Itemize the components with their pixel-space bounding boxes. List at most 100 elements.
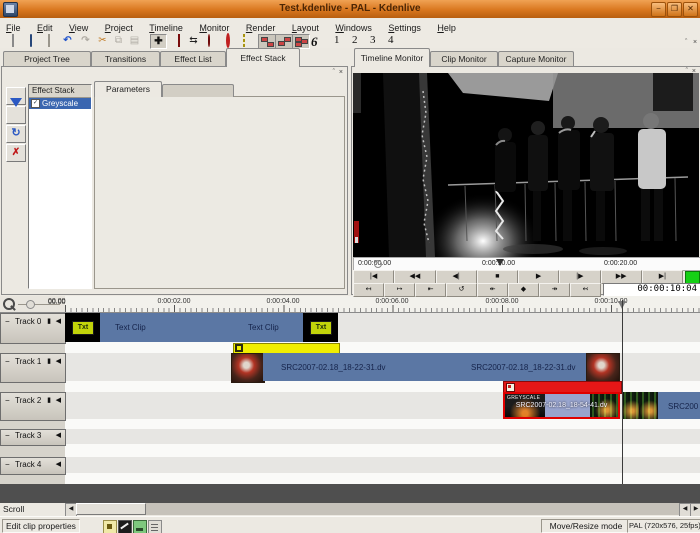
track-header-4[interactable]: − Track 4 ◀ xyxy=(0,457,66,475)
scrollbar-thumb[interactable] xyxy=(76,503,146,515)
text-clip[interactable]: Txt Txt Text Clip Text Clip xyxy=(65,313,338,342)
view-mode-2-icon[interactable] xyxy=(275,34,293,49)
zone-start-button[interactable]: ↤ xyxy=(353,283,384,297)
razor-tool-icon[interactable] xyxy=(171,34,186,47)
effect-down-button[interactable] xyxy=(6,106,26,124)
mute-track-icon[interactable]: ◀ xyxy=(56,431,61,439)
track-header-2[interactable]: − Track 2 ▮ ◀ xyxy=(0,392,66,421)
tab-project-tree[interactable]: Project Tree xyxy=(3,51,91,66)
list-view-icon[interactable] xyxy=(148,520,162,533)
move-tool-icon[interactable]: ✚ xyxy=(150,34,167,49)
zoom-slider-knob[interactable] xyxy=(26,300,35,309)
close-button[interactable]: ✕ xyxy=(683,2,698,17)
maximize-button[interactable]: ❐ xyxy=(667,2,682,17)
mute-track-icon[interactable]: ◀ xyxy=(56,317,61,325)
fast-forward-button[interactable]: ▶▶ xyxy=(601,270,642,284)
tab-timeline-monitor[interactable]: Timeline Monitor xyxy=(354,48,430,67)
next-marker-button[interactable]: ↠ xyxy=(539,283,570,297)
copy-icon[interactable]: ⧉ xyxy=(111,34,126,47)
open-project-icon[interactable] xyxy=(23,34,38,47)
undo-icon[interactable]: ↶ xyxy=(60,34,75,47)
mute-track-icon[interactable]: ◀ xyxy=(56,460,61,468)
monitor-zone-marker[interactable] xyxy=(374,260,382,268)
redo-icon[interactable]: ↷ xyxy=(78,34,93,47)
text-tool-icon[interactable] xyxy=(103,520,117,533)
collapse-track-icon[interactable]: − xyxy=(5,357,10,366)
zone-end-button[interactable]: ↦ xyxy=(384,283,415,297)
zone-play-button[interactable]: ⇤ xyxy=(415,283,446,297)
view-mode-3-icon[interactable] xyxy=(292,34,310,49)
horizontal-scrollbar[interactable] xyxy=(65,503,700,515)
view-mode-1-icon[interactable] xyxy=(258,34,276,49)
effect-item-greyscale[interactable]: Greyscale xyxy=(29,98,91,109)
stop-playback-button[interactable]: ■ xyxy=(477,270,518,284)
collapse-track-icon[interactable]: − xyxy=(5,396,10,405)
project-format-cell: PAL (720x576, 25fps) xyxy=(627,519,700,533)
tab-clip-monitor[interactable]: Clip Monitor xyxy=(430,51,498,66)
panel-close-icon[interactable]: × xyxy=(339,69,343,76)
timeline-ruler[interactable]: 00.00 0:00:02.00 0:00:04.00 0:00:06.00 0… xyxy=(65,296,700,313)
tab-effect-stack[interactable]: Effect Stack xyxy=(226,48,300,67)
tab-effect-list[interactable]: Effect List xyxy=(160,51,226,66)
play-button[interactable]: ▶ xyxy=(518,270,559,284)
track-header-0[interactable]: − Track 0 ▮ ◀ xyxy=(0,313,66,344)
frame-back-button[interactable]: ◀| xyxy=(436,270,477,284)
dock-close-icon[interactable]: × xyxy=(693,39,697,46)
mute-track-icon[interactable]: ◀ xyxy=(56,396,61,404)
mute-track-icon[interactable]: ◀ xyxy=(56,357,61,365)
monitor-screen-icon[interactable] xyxy=(133,520,147,533)
video-track-icon[interactable]: ▮ xyxy=(47,357,51,365)
collapse-track-icon[interactable]: − xyxy=(5,317,10,326)
video-clip-1[interactable]: SRC2007-02.18_18-22-31.dv SRC2007-02.18_… xyxy=(231,353,618,381)
dock-float-icon[interactable]: ˆ xyxy=(685,39,687,46)
back-button[interactable]: ↢ xyxy=(570,283,601,297)
marker-icon[interactable] xyxy=(236,34,251,47)
monitor-ruler[interactable]: 0:00:00.00 0:00:10.00 0:00:20.00 xyxy=(353,257,700,271)
spacer-tool-icon[interactable]: ⇆ xyxy=(186,34,201,47)
scroll-right-end-icon[interactable]: ▶ xyxy=(690,503,700,517)
effect-delete-button[interactable]: ✗ xyxy=(6,144,26,162)
tab-transitions[interactable]: Transitions xyxy=(91,51,160,66)
tab-parameters[interactable]: Parameters xyxy=(94,81,162,97)
panel-float-icon[interactable]: ˆ xyxy=(333,69,335,76)
edit-clip-properties-cell[interactable]: Edit clip properties xyxy=(2,519,80,533)
bw-clip-icon[interactable] xyxy=(118,520,132,533)
record-icon[interactable] xyxy=(201,34,216,47)
track-row-3[interactable] xyxy=(65,429,700,444)
zoom-preset-1[interactable]: 1 xyxy=(334,34,340,46)
loop-button[interactable]: ↺ xyxy=(446,283,477,297)
rewind-button[interactable]: ◀◀ xyxy=(394,270,435,284)
video-clip-3-label: SRC200 xyxy=(668,402,698,411)
prev-marker-button[interactable]: ↞ xyxy=(477,283,508,297)
track-header-3[interactable]: − Track 3 ◀ xyxy=(0,429,66,446)
video-track-icon[interactable]: ▮ xyxy=(47,317,51,325)
paste-icon[interactable]: ▤ xyxy=(127,34,142,47)
add-marker-button[interactable]: ◆ xyxy=(508,283,539,297)
zoom-preset-3[interactable]: 3 xyxy=(370,34,376,46)
frame-forward-button[interactable]: |▶ xyxy=(559,270,600,284)
minimize-button[interactable]: − xyxy=(651,2,666,17)
monitor-playhead-marker[interactable] xyxy=(496,259,504,266)
collapse-track-icon[interactable]: − xyxy=(5,431,10,440)
new-document-icon[interactable] xyxy=(5,34,20,47)
zoom-preset-2[interactable]: 2 xyxy=(352,34,358,46)
track-row-4[interactable] xyxy=(65,457,700,473)
save-icon[interactable] xyxy=(41,34,56,47)
track-header-1[interactable]: − Track 1 ▮ ◀ xyxy=(0,353,66,383)
video-clip-2-selected[interactable]: GREYSCALE SRC2007-02.18_18-54-41.dv xyxy=(503,392,620,419)
video-clip-3[interactable]: SRC200 xyxy=(622,392,700,419)
collapse-track-icon[interactable]: − xyxy=(5,460,10,469)
cut-icon[interactable]: ✂ xyxy=(95,34,110,47)
video-track-icon[interactable]: ▮ xyxy=(47,396,51,404)
timeline-playhead-line[interactable] xyxy=(622,300,623,484)
goto-end-button[interactable]: ▶| xyxy=(642,270,683,284)
timecode-display[interactable]: 00:00:10:04 xyxy=(603,283,700,296)
title-bar[interactable]: Test.kdenlive - PAL - Kdenlive − ❐ ✕ xyxy=(0,0,700,18)
text-badge-start: Txt xyxy=(72,321,94,335)
zoom-preset-4[interactable]: 4 xyxy=(388,34,394,46)
goto-start-button[interactable]: |◀ xyxy=(353,270,394,284)
stop-icon[interactable] xyxy=(220,34,235,47)
effect-enabled-checkbox[interactable] xyxy=(31,99,40,108)
tab-capture-monitor[interactable]: Capture Monitor xyxy=(498,51,574,66)
effect-reset-button[interactable]: ↻ xyxy=(6,125,26,143)
